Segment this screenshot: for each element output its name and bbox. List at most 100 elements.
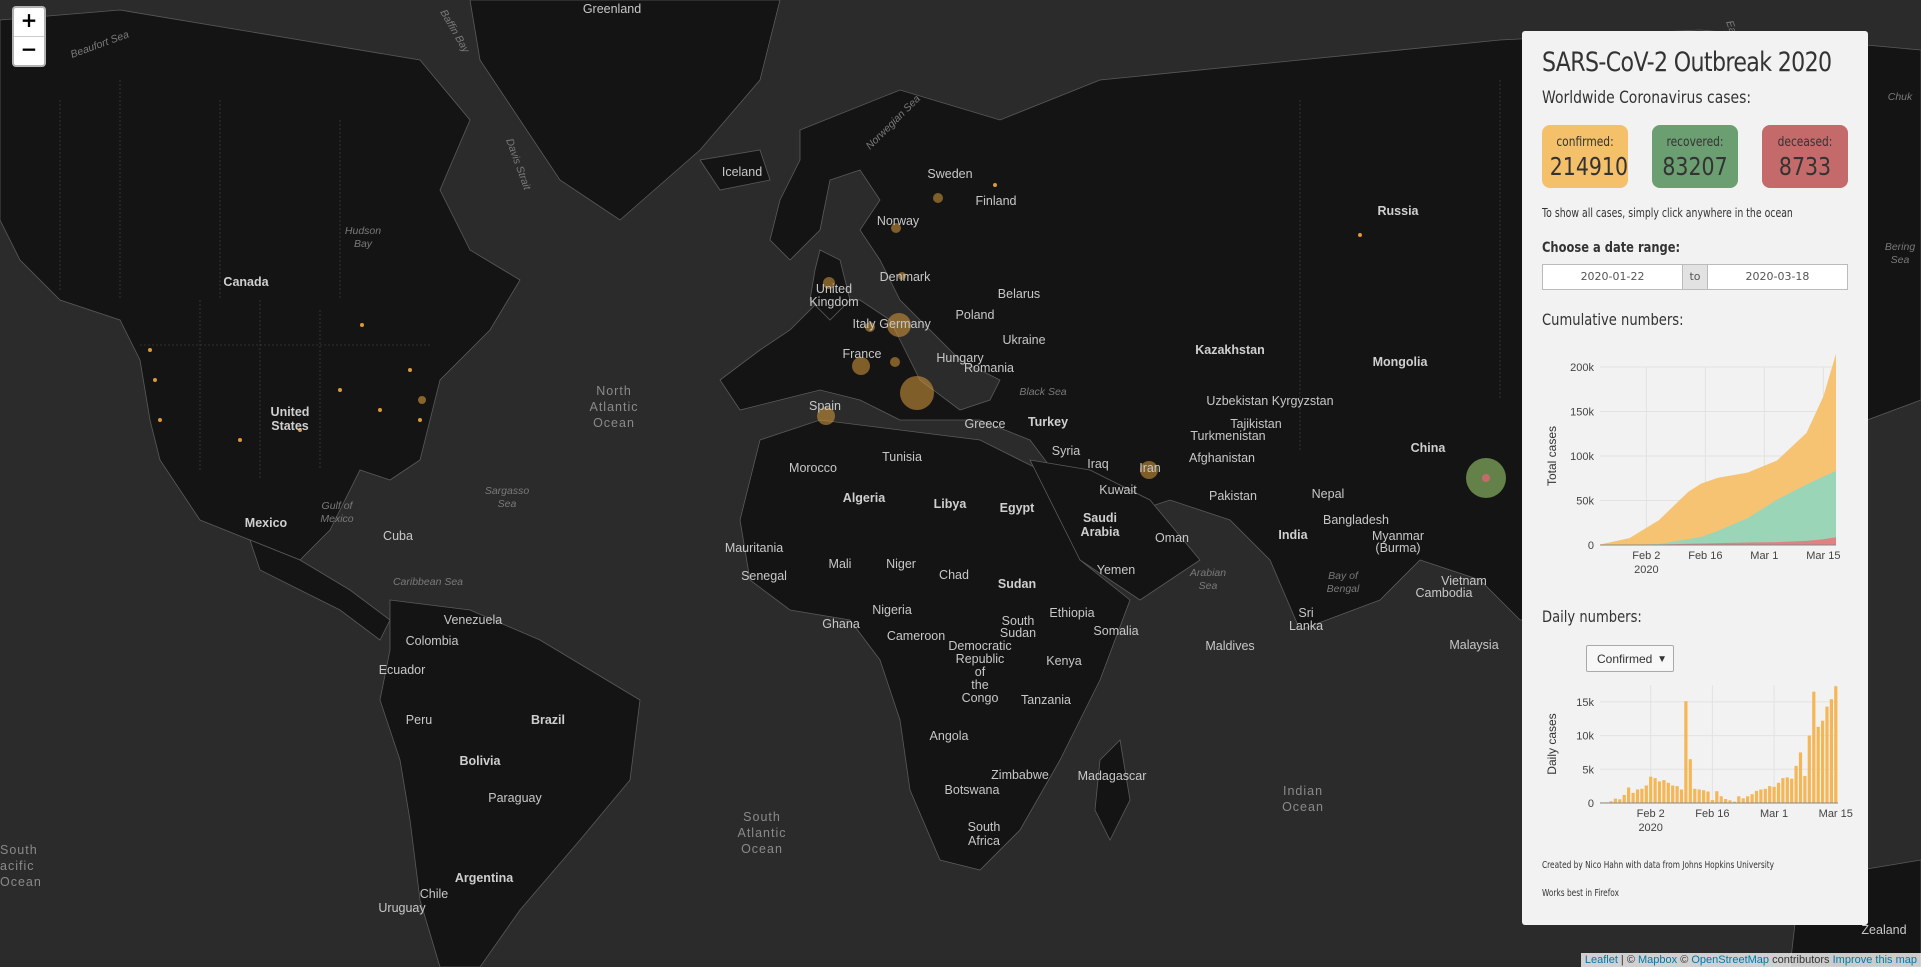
svg-text:Denmark: Denmark <box>880 270 931 284</box>
svg-text:Niger: Niger <box>886 557 916 571</box>
svg-text:Sargasso: Sargasso <box>485 485 530 497</box>
daily-bar <box>1821 720 1825 803</box>
svg-text:France: France <box>843 347 882 361</box>
svg-text:Hungary: Hungary <box>936 351 984 365</box>
svg-text:Iraq: Iraq <box>1087 457 1109 471</box>
svg-text:Bay: Bay <box>354 238 373 250</box>
map-attribution: Leaflet | © Mapbox © OpenStreetMap contr… <box>1580 953 1921 967</box>
recovered-box: recovered: 83207 <box>1652 125 1738 188</box>
daily-bar <box>1719 796 1723 803</box>
svg-text:Finland: Finland <box>976 194 1017 208</box>
cum-ytick: 50k <box>1576 496 1594 508</box>
attrib-contrib: contributors <box>1769 954 1833 966</box>
daily-bar <box>1803 776 1807 803</box>
daily-bar <box>1768 786 1772 803</box>
svg-text:Chad: Chad <box>939 568 969 582</box>
cum-xtick: Feb 16 <box>1688 550 1722 562</box>
daily-bar <box>1657 781 1662 803</box>
daily-bar <box>1618 799 1622 803</box>
confirmed-count: 214910 <box>1549 152 1628 181</box>
daily-bar <box>1829 699 1833 803</box>
daily-bar <box>1781 778 1785 803</box>
svg-text:Bolivia: Bolivia <box>460 754 502 768</box>
daily-bar <box>1741 798 1745 803</box>
daily-bar <box>1825 706 1829 803</box>
svg-text:Uruguay: Uruguay <box>378 901 426 915</box>
osm-link[interactable]: OpenStreetMap <box>1691 954 1769 966</box>
daily-bar <box>1785 777 1789 803</box>
daily-bar <box>1763 788 1767 803</box>
svg-text:Zimbabwe: Zimbabwe <box>991 768 1049 782</box>
svg-text:Sea: Sea <box>498 498 517 510</box>
daily-bar <box>1613 798 1617 803</box>
svg-text:Cameroon: Cameroon <box>887 629 945 643</box>
svg-text:Lanka: Lanka <box>1289 619 1323 633</box>
cum-xtick-year: 2020 <box>1634 564 1658 576</box>
daily-chart[interactable]: 0 5k 10k 15k Feb 2 Feb 16 Mar 1 Mar 15 2020 Daily… <box>1522 671 1868 856</box>
svg-text:Cambodia: Cambodia <box>1416 586 1473 600</box>
daily-bar <box>1776 782 1781 803</box>
svg-text:Saudi: Saudi <box>1083 511 1117 525</box>
svg-text:Poland: Poland <box>956 308 995 322</box>
panel-subtitle: Worldwide Coronavirus cases: <box>1542 88 1752 108</box>
zoom-in-button[interactable]: + <box>14 8 44 36</box>
daily-bar <box>1684 701 1688 803</box>
svg-text:acific: acific <box>0 859 34 873</box>
svg-text:Iceland: Iceland <box>722 165 762 179</box>
svg-text:South: South <box>968 820 1001 834</box>
day-xtick: Mar 1 <box>1760 808 1788 820</box>
svg-text:Kingdom: Kingdom <box>809 295 858 309</box>
daily-bar <box>1834 686 1838 803</box>
svg-text:(Burma): (Burma) <box>1375 541 1420 555</box>
daily-bar <box>1754 790 1759 803</box>
daily-select-value: Confirmed <box>1597 652 1653 666</box>
svg-text:Atlantic: Atlantic <box>738 826 787 840</box>
svg-text:Indian: Indian <box>1283 784 1323 798</box>
daily-bar <box>1794 765 1798 803</box>
daily-bar <box>1697 789 1701 803</box>
improve-map-link[interactable]: Improve this map <box>1833 954 1917 966</box>
day-ytick: 5k <box>1582 764 1594 776</box>
cumulative-chart[interactable]: 0 50k 100k 150k 200k Feb 2 Feb 16 Mar 1 Mar 15 20… <box>1522 349 1868 634</box>
daily-bar <box>1816 726 1820 803</box>
deceased-label: deceased: <box>1777 135 1833 150</box>
daily-series-select[interactable]: Confirmed ▼ <box>1586 645 1674 672</box>
svg-text:Afghanistan: Afghanistan <box>1189 451 1255 465</box>
daily-label: Daily numbers: <box>1542 607 1642 626</box>
svg-text:Mali: Mali <box>829 557 852 571</box>
svg-text:Kenya: Kenya <box>1046 654 1081 668</box>
svg-text:Bering: Bering <box>1885 241 1916 253</box>
svg-text:Baffin Bay: Baffin Bay <box>437 8 472 56</box>
daily-bar <box>1688 759 1692 803</box>
mapbox-link[interactable]: Mapbox <box>1638 954 1677 966</box>
svg-text:Arabian: Arabian <box>1189 567 1226 579</box>
svg-text:Ocean: Ocean <box>0 875 42 889</box>
zoom-out-button[interactable]: − <box>14 36 44 65</box>
svg-text:Norway: Norway <box>877 214 920 228</box>
daily-bar <box>1772 786 1776 803</box>
svg-text:Greenland: Greenland <box>583 2 641 16</box>
svg-text:Paraguay: Paraguay <box>488 791 542 805</box>
svg-text:Republic: Republic <box>956 652 1005 666</box>
svg-text:Somalia: Somalia <box>1093 624 1138 638</box>
svg-text:Spain: Spain <box>809 399 841 413</box>
date-from-input[interactable]: 2020-01-22 <box>1542 264 1684 290</box>
svg-text:Sea: Sea <box>1891 254 1910 266</box>
svg-text:Malaysia: Malaysia <box>1449 638 1498 652</box>
leaflet-link[interactable]: Leaflet <box>1585 954 1618 966</box>
svg-text:Iran: Iran <box>1139 461 1161 475</box>
svg-text:Canada: Canada <box>223 275 269 289</box>
daily-bar <box>1715 791 1719 803</box>
attrib-sep2: © <box>1677 954 1692 966</box>
svg-text:Sri: Sri <box>1298 606 1313 620</box>
date-to-input[interactable]: 2020-03-18 <box>1706 264 1848 290</box>
svg-text:Mongolia: Mongolia <box>1373 355 1429 369</box>
svg-text:Cuba: Cuba <box>383 529 413 543</box>
cum-ytick: 100k <box>1570 451 1594 463</box>
zoom-control: + − <box>12 6 46 67</box>
svg-text:Atlantic: Atlantic <box>590 400 639 414</box>
svg-text:Syria: Syria <box>1052 444 1081 458</box>
svg-text:Chuk: Chuk <box>1888 91 1913 103</box>
cum-ytick: 200k <box>1570 362 1594 374</box>
day-xtick: Feb 16 <box>1695 808 1729 820</box>
